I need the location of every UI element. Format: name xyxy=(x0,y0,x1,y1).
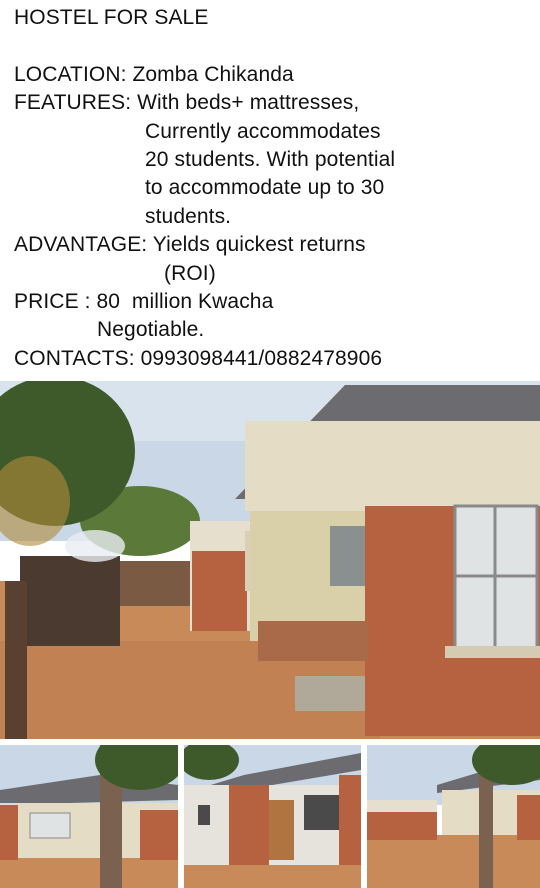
price-line: Negotiable. xyxy=(97,318,205,342)
hostel-side-photo xyxy=(0,745,178,888)
price-line: PRICE : 80 million Kwacha xyxy=(14,289,274,313)
features-line: students. xyxy=(145,204,232,228)
hostel-yard-photo xyxy=(367,745,540,888)
features-line: to accommodate up to 30 xyxy=(145,176,385,200)
advantage-line: ADVANTAGE: Yields quickest returns xyxy=(14,233,366,257)
hostel-room-door-photo xyxy=(184,745,361,888)
features-line: FEATURES: With beds+ mattresses, xyxy=(14,91,360,115)
location-line: LOCATION: Zomba Chikanda xyxy=(14,62,294,86)
contacts-line: CONTACTS: 0993098441/0882478906 xyxy=(14,346,383,370)
features-line: 20 students. With potential xyxy=(145,147,396,171)
features-line: Currently accommodates xyxy=(145,119,381,143)
listing-title: HOSTEL FOR SALE xyxy=(14,6,209,29)
hostel-front-photo xyxy=(0,381,540,739)
advantage-line: (ROI) xyxy=(164,261,216,285)
listing-text: HOSTEL FOR SALE LOCATION: Zomba Chikanda… xyxy=(14,4,534,373)
